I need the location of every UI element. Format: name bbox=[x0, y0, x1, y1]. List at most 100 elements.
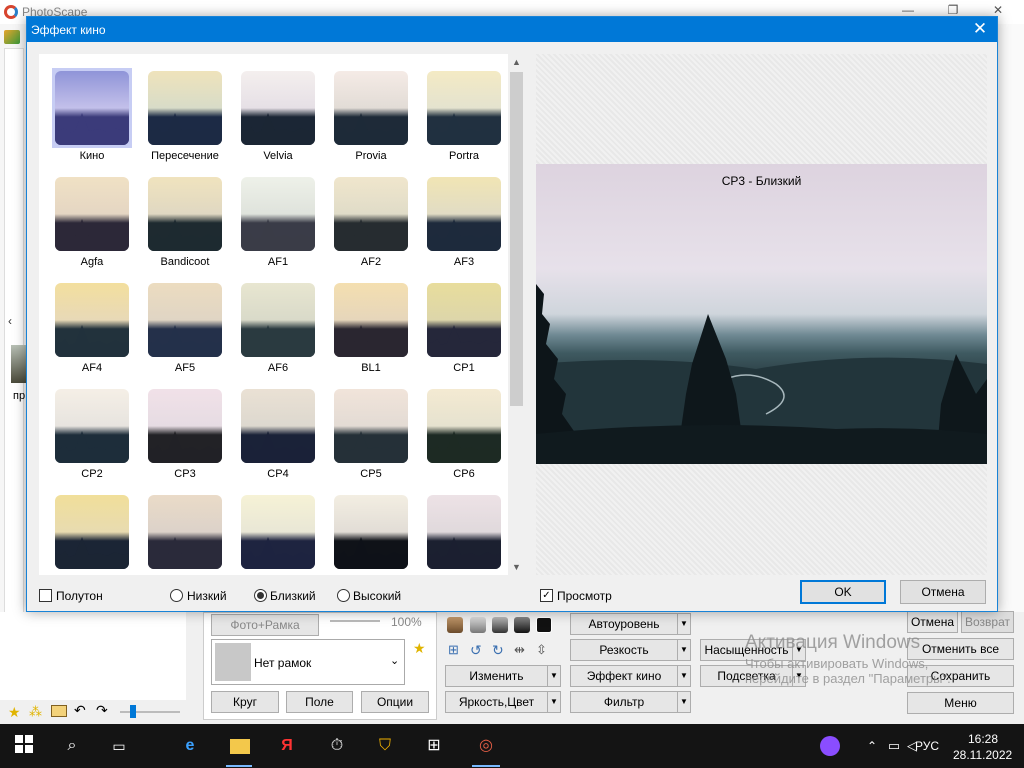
effect-item[interactable]: AF1 bbox=[238, 174, 318, 274]
sharpness-button[interactable]: Резкость bbox=[570, 639, 678, 661]
tone-icon-5[interactable] bbox=[536, 617, 552, 633]
effect-item[interactable] bbox=[331, 492, 411, 575]
thumbnail-landscape bbox=[148, 537, 222, 569]
redo-icon[interactable]: ↷ bbox=[96, 702, 108, 719]
effect-item[interactable]: CP6 bbox=[424, 386, 504, 486]
tone-icon-2[interactable] bbox=[470, 617, 486, 633]
filter-dropdown-arrow[interactable]: ▼ bbox=[677, 691, 691, 713]
thumbnail-landscape bbox=[55, 219, 129, 251]
effect-thumbnail bbox=[55, 177, 129, 251]
auto-level-button[interactable]: Автоуровень bbox=[570, 613, 678, 635]
search-icon[interactable]: ⌕ bbox=[60, 734, 84, 758]
zoom-slider-thumb[interactable] bbox=[130, 705, 136, 718]
ok-button[interactable]: OK bbox=[800, 580, 886, 604]
tray-chevron-up-icon[interactable]: ⌃ bbox=[860, 734, 884, 758]
effect-item[interactable]: Provia bbox=[331, 68, 411, 168]
task-view-icon[interactable]: ▭ bbox=[107, 734, 131, 758]
effect-item[interactable]: Agfa bbox=[52, 174, 132, 274]
favorite-star-icon[interactable]: ★ bbox=[413, 640, 426, 657]
effect-item[interactable] bbox=[145, 492, 225, 575]
effect-item[interactable] bbox=[238, 492, 318, 575]
field-button[interactable]: Поле bbox=[286, 691, 353, 713]
close-radio[interactable] bbox=[254, 589, 267, 602]
effect-item[interactable]: AF3 bbox=[424, 174, 504, 274]
rotate-right-icon[interactable]: ↻ bbox=[492, 642, 504, 659]
flip-horizontal-icon[interactable]: ⇹ bbox=[514, 642, 525, 658]
scroll-up-icon[interactable]: ▲ bbox=[508, 54, 525, 70]
preview-checkbox[interactable]: ✓ bbox=[540, 589, 553, 602]
change-button[interactable]: Изменить bbox=[445, 665, 548, 687]
language-indicator[interactable]: РУС bbox=[915, 739, 939, 753]
clock-date[interactable]: 28.11.2022 bbox=[953, 748, 1012, 762]
effect-item[interactable]: CP5 bbox=[331, 386, 411, 486]
windows-start-icon[interactable] bbox=[12, 734, 36, 758]
effect-item[interactable]: AF5 bbox=[145, 280, 225, 380]
effect-item[interactable]: BL1 bbox=[331, 280, 411, 380]
straighten-icon[interactable]: ⊞ bbox=[448, 642, 459, 658]
effect-thumbnail bbox=[55, 389, 129, 463]
undo-icon[interactable]: ↶ bbox=[74, 702, 86, 719]
vpn-shield-icon[interactable]: ⛉ bbox=[373, 734, 397, 758]
star-icon[interactable]: ★ bbox=[8, 704, 21, 721]
effect-item[interactable]: Bandicoot bbox=[145, 174, 225, 274]
film-effect-dropdown-arrow[interactable]: ▼ bbox=[677, 665, 691, 687]
options-button[interactable]: Опции bbox=[361, 691, 429, 713]
cancel-button[interactable]: Отмена bbox=[900, 580, 986, 604]
effect-item[interactable] bbox=[52, 492, 132, 575]
alice-assistant-icon[interactable] bbox=[818, 734, 842, 758]
low-radio[interactable] bbox=[170, 589, 183, 602]
frame-select[interactable]: Нет рамок ⌄ bbox=[211, 639, 405, 685]
effect-item[interactable]: AF2 bbox=[331, 174, 411, 274]
effect-item[interactable]: CP3 bbox=[145, 386, 225, 486]
stars-icon[interactable]: ⁂ bbox=[29, 704, 42, 720]
zoom-slider-small[interactable] bbox=[330, 620, 380, 622]
effect-item[interactable] bbox=[424, 492, 504, 575]
effect-item[interactable]: Кино bbox=[52, 68, 132, 168]
zoom-slider[interactable] bbox=[120, 711, 180, 713]
scrollbar-thumb[interactable] bbox=[510, 72, 523, 406]
folder-icon[interactable] bbox=[51, 705, 67, 717]
circle-button[interactable]: Круг bbox=[211, 691, 279, 713]
dialog-close-icon[interactable]: ✕ bbox=[963, 17, 997, 42]
cancel-edit-button[interactable]: Отмена bbox=[907, 611, 958, 633]
clock-app-icon[interactable]: ⏱ bbox=[325, 734, 349, 758]
photo-thumbnail[interactable] bbox=[11, 345, 27, 383]
toolbar-icon[interactable] bbox=[4, 30, 20, 44]
scroll-down-icon[interactable]: ▼ bbox=[508, 559, 525, 575]
effect-item[interactable]: Portra bbox=[424, 68, 504, 168]
chevron-left-icon[interactable]: ‹ bbox=[8, 314, 12, 328]
yandex-browser-icon[interactable]: Я bbox=[275, 734, 299, 758]
photoscape-taskbar-icon[interactable]: ◎ bbox=[474, 734, 498, 758]
clock-time[interactable]: 16:28 bbox=[968, 732, 998, 746]
high-radio[interactable] bbox=[337, 589, 350, 602]
tone-icon-4[interactable] bbox=[514, 617, 530, 633]
effect-item[interactable]: CP4 bbox=[238, 386, 318, 486]
effect-item[interactable]: Пересечение bbox=[145, 68, 225, 168]
change-dropdown-arrow[interactable]: ▼ bbox=[547, 665, 561, 687]
return-button[interactable]: Возврат bbox=[961, 611, 1014, 633]
effect-item[interactable]: AF6 bbox=[238, 280, 318, 380]
file-explorer-icon[interactable] bbox=[228, 734, 252, 758]
flip-vertical-icon[interactable]: ⇳ bbox=[536, 642, 547, 658]
tone-icon-3[interactable] bbox=[492, 617, 508, 633]
effect-thumbnail bbox=[427, 71, 501, 145]
halftone-checkbox[interactable] bbox=[39, 589, 52, 602]
rotate-left-icon[interactable]: ↺ bbox=[470, 642, 482, 659]
effect-item[interactable]: AF4 bbox=[52, 280, 132, 380]
effect-item[interactable]: Velvia bbox=[238, 68, 318, 168]
edge-icon[interactable]: e bbox=[178, 734, 202, 758]
effects-scrollbar[interactable]: ▲ ▼ bbox=[508, 54, 525, 575]
tone-icon-1[interactable] bbox=[447, 617, 463, 633]
photo-frame-button[interactable]: Фото+Рамка bbox=[211, 614, 319, 636]
brightness-color-button[interactable]: Яркость,Цвет bbox=[445, 691, 548, 713]
menu-button[interactable]: Меню bbox=[907, 692, 1014, 714]
brightness-dropdown-arrow[interactable]: ▼ bbox=[547, 691, 561, 713]
store-icon[interactable]: ⊞ bbox=[422, 734, 446, 758]
effect-item[interactable]: CP2 bbox=[52, 386, 132, 486]
sharpness-dropdown-arrow[interactable]: ▼ bbox=[677, 639, 691, 661]
film-effect-button[interactable]: Эффект кино bbox=[570, 665, 678, 687]
thumbnail-landscape bbox=[241, 113, 315, 145]
auto-level-dropdown-arrow[interactable]: ▼ bbox=[677, 613, 691, 635]
filter-button[interactable]: Фильтр bbox=[570, 691, 678, 713]
effect-item[interactable]: CP1 bbox=[424, 280, 504, 380]
